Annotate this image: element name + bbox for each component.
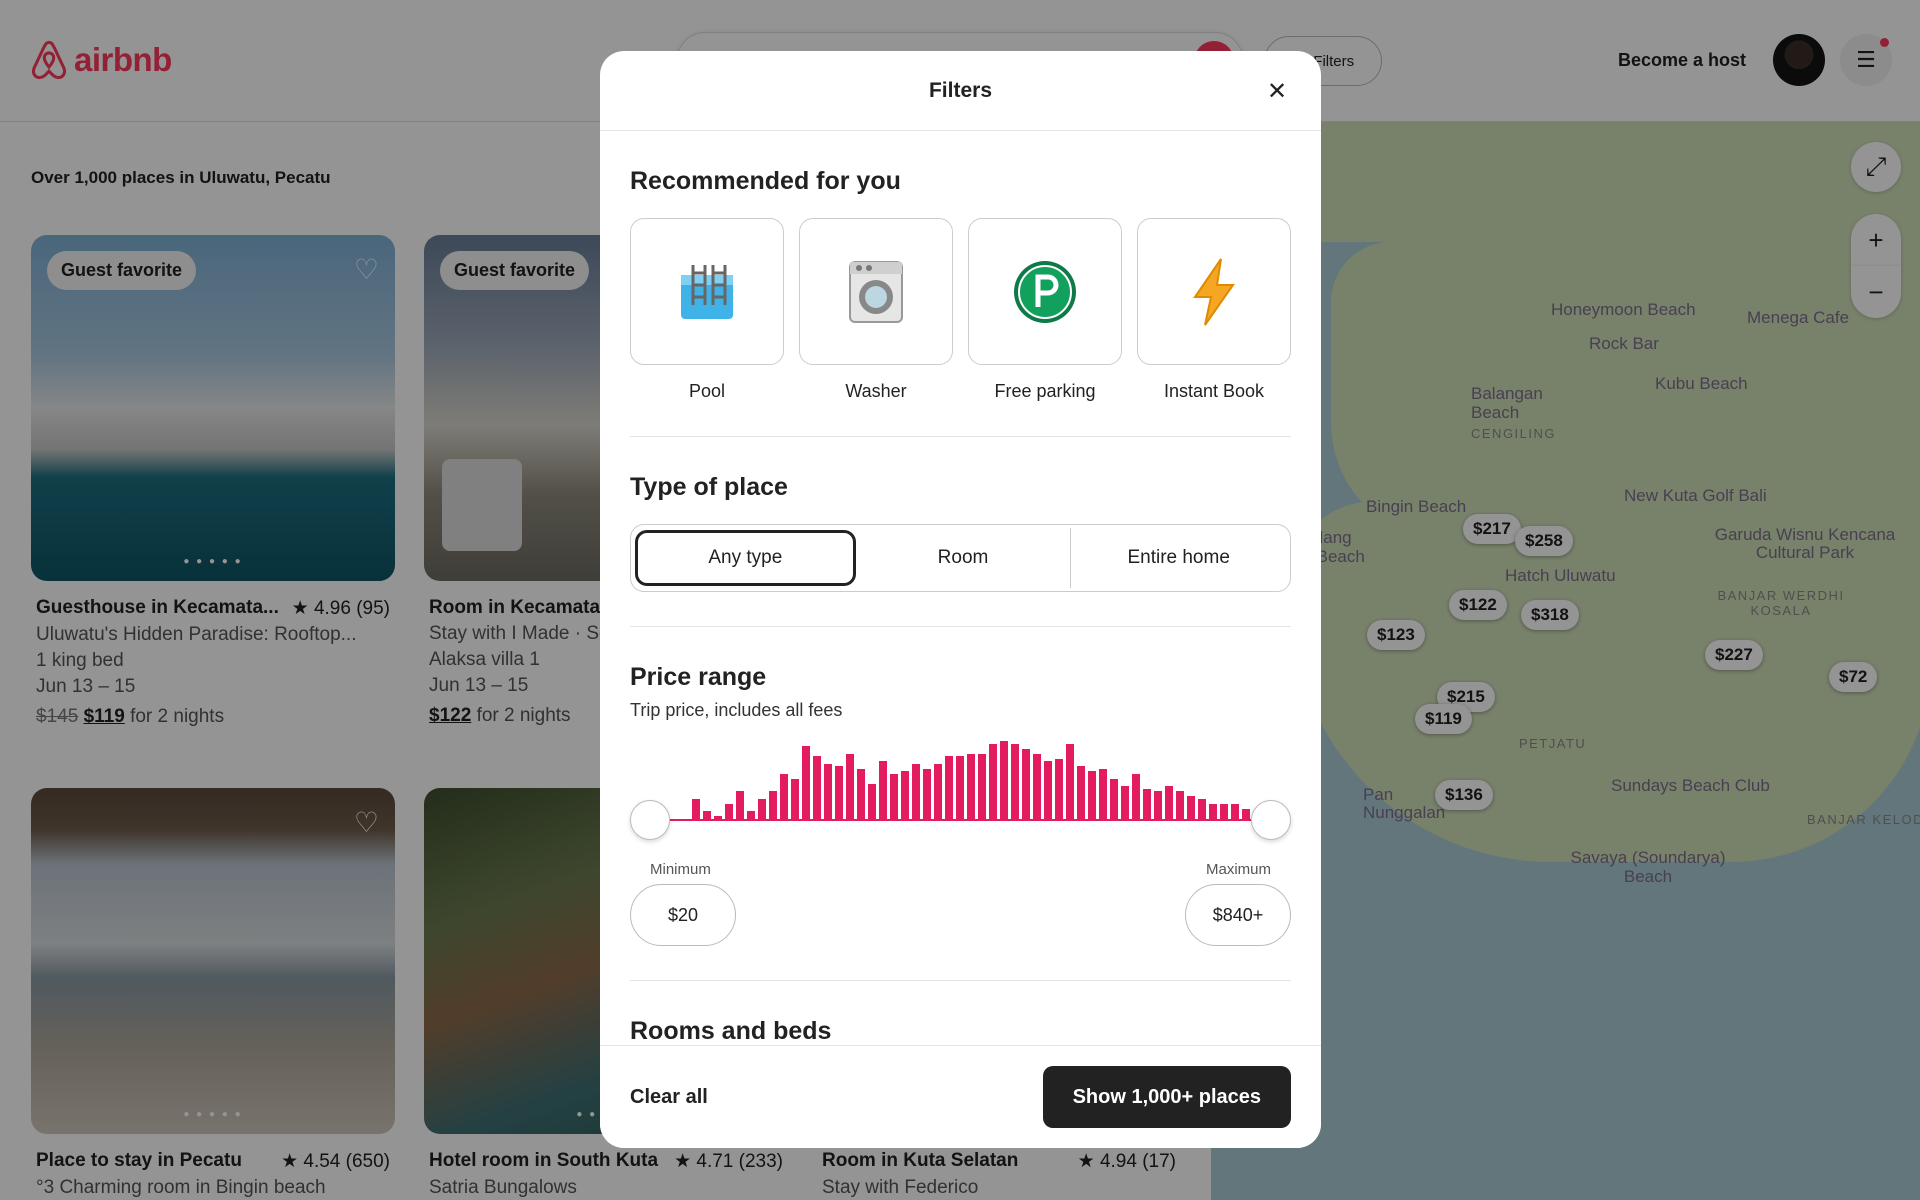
histogram-bar — [1198, 798, 1206, 821]
histogram-bar — [1055, 758, 1063, 821]
histogram-bar — [1066, 743, 1074, 821]
price-range-subtext: Trip price, includes all fees — [630, 700, 843, 720]
histogram-bar — [1154, 791, 1162, 821]
histogram-bar — [1165, 786, 1173, 821]
amenity-card[interactable] — [1137, 218, 1291, 365]
histogram-bar — [934, 763, 942, 821]
lightning-icon — [1193, 257, 1235, 326]
amenity-card[interactable] — [799, 218, 953, 365]
pool-icon — [681, 264, 733, 319]
histogram-bar — [890, 773, 898, 821]
price-slider-track[interactable] — [670, 819, 1251, 821]
amenity-pool[interactable]: Pool — [630, 218, 784, 402]
maximum-label: Maximum — [1205, 861, 1271, 878]
section-divider — [630, 980, 1291, 981]
clear-all-button[interactable]: Clear all — [630, 1086, 708, 1109]
histogram-bar — [1143, 788, 1151, 821]
modal-footer: Clear all Show 1,000+ places — [600, 1045, 1321, 1148]
amenity-card[interactable] — [630, 218, 784, 365]
histogram-bar — [1132, 773, 1140, 821]
histogram-bar — [1110, 778, 1118, 821]
histogram-bar — [758, 798, 766, 821]
histogram-bars — [670, 741, 1250, 821]
price-range-heading: Price range — [630, 663, 767, 691]
histogram-bar — [769, 791, 777, 821]
histogram-bar — [912, 763, 920, 821]
histogram-bar — [989, 743, 997, 821]
histogram-bar — [901, 771, 909, 821]
type-option-entire-home[interactable]: Entire home — [1071, 530, 1286, 586]
histogram-bar — [1044, 761, 1052, 821]
max-price-handle[interactable] — [1251, 800, 1291, 840]
amenity-label: Washer — [845, 381, 907, 401]
min-price-input[interactable]: $20 — [630, 884, 736, 946]
histogram-bar — [835, 766, 843, 821]
histogram-bar — [692, 798, 700, 821]
amenity-instant-book[interactable]: Instant Book — [1137, 218, 1291, 402]
histogram-bar — [1077, 766, 1085, 821]
histogram-bar — [923, 768, 931, 821]
modal-header: Filters ✕ — [600, 51, 1321, 131]
histogram-bar — [824, 763, 832, 821]
type-option-any[interactable]: Any type — [635, 530, 856, 586]
rooms-beds-heading: Rooms and beds — [630, 1017, 832, 1045]
histogram-bar — [1033, 753, 1041, 821]
histogram-bar — [857, 768, 865, 821]
amenity-label: Free parking — [994, 381, 1096, 401]
histogram-bar — [1176, 791, 1184, 821]
histogram-bar — [1121, 786, 1129, 821]
histogram-bar — [791, 778, 799, 821]
amenity-washer[interactable]: Washer — [799, 218, 953, 402]
recommended-heading: Recommended for you — [630, 167, 901, 195]
amenity-label: Pool — [688, 381, 726, 401]
section-divider — [630, 626, 1291, 627]
histogram-bar — [1099, 768, 1107, 821]
histogram-bar — [978, 753, 986, 821]
modal-body[interactable]: Recommended for you Pool Washer Free par… — [630, 131, 1291, 1046]
histogram-bar — [736, 791, 744, 821]
histogram-bar — [846, 753, 854, 821]
section-divider — [630, 436, 1291, 437]
max-price-input[interactable]: $840+ — [1185, 884, 1291, 946]
histogram-bar — [802, 746, 810, 821]
modal-title: Filters — [928, 78, 993, 102]
recommended-options: Pool Washer Free parking Instant Book — [630, 218, 1291, 402]
amenity-label: Instant Book — [1163, 381, 1265, 401]
histogram-bar — [967, 753, 975, 821]
type-of-place-selector: Any type Room Entire home — [630, 524, 1291, 592]
histogram-bar — [1011, 743, 1019, 821]
filters-modal: Filters ✕ Recommended for you Pool Washe… — [600, 51, 1321, 1148]
histogram-bar — [879, 761, 887, 821]
histogram-bar — [1187, 796, 1195, 821]
parking-icon — [1014, 260, 1076, 323]
close-icon[interactable]: ✕ — [1261, 75, 1293, 107]
histogram-bar — [780, 773, 788, 821]
histogram-bar — [1000, 741, 1008, 821]
histogram-bar — [956, 756, 964, 821]
type-option-room[interactable]: Room — [856, 530, 1071, 586]
amenity-free-parking[interactable]: Free parking — [968, 218, 1122, 402]
minimum-label: Minimum — [650, 861, 711, 878]
price-histogram — [630, 741, 1291, 841]
histogram-bar — [1088, 771, 1096, 821]
price-range-labels: Minimum Maximum — [630, 861, 1291, 878]
amenity-card[interactable] — [968, 218, 1122, 365]
price-inputs: $20 $840+ — [630, 884, 1291, 946]
histogram-bar — [1022, 748, 1030, 821]
type-of-place-heading: Type of place — [630, 473, 788, 501]
histogram-bar — [868, 783, 876, 821]
histogram-bar — [813, 756, 821, 821]
show-places-button[interactable]: Show 1,000+ places — [1042, 1066, 1291, 1128]
min-price-handle[interactable] — [630, 800, 670, 840]
histogram-bar — [945, 756, 953, 821]
washer-icon — [849, 260, 903, 323]
